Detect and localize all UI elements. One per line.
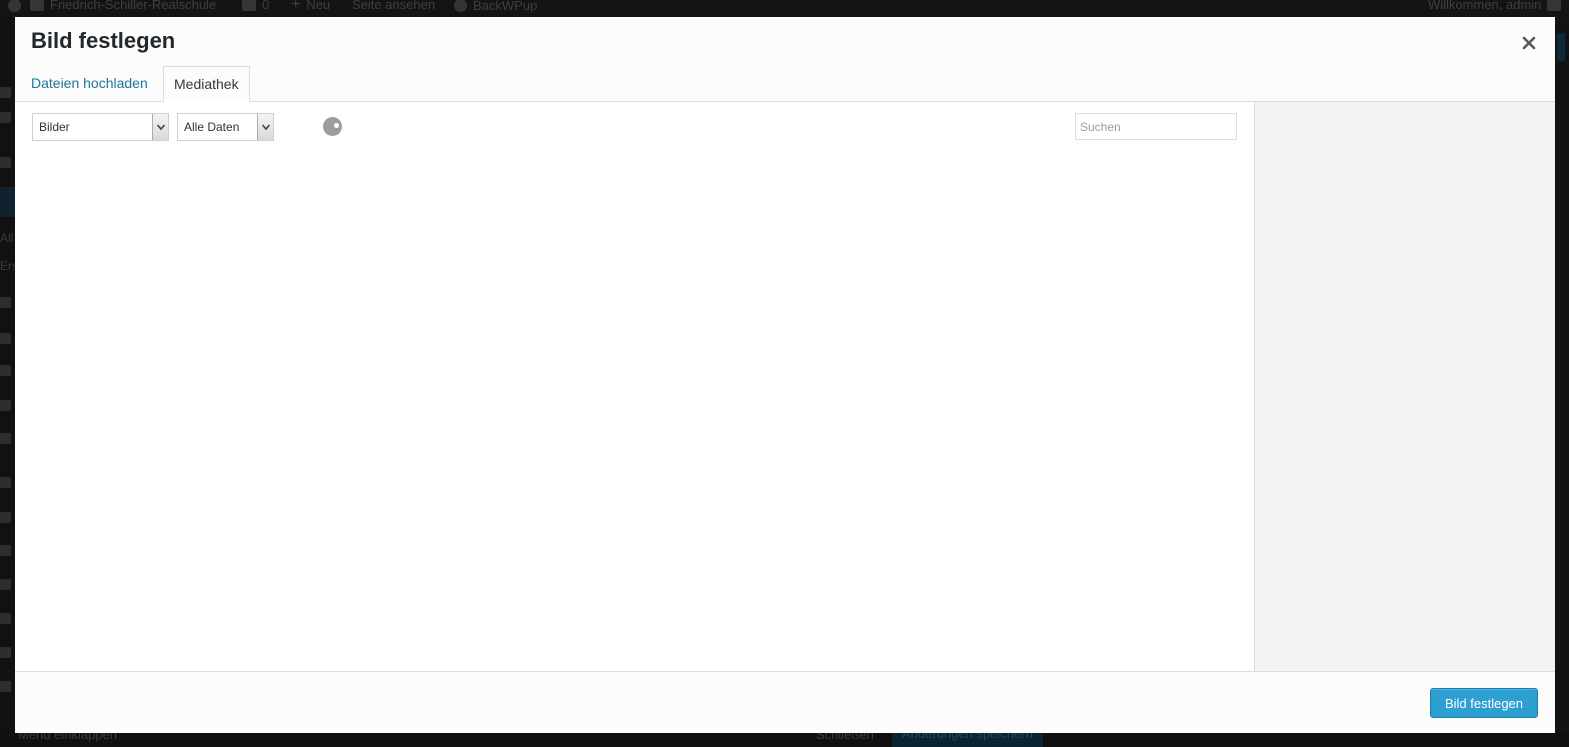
media-type-filter[interactable]: Bilder [32, 113, 169, 141]
admin-bar-backwpup[interactable]: BackWPup [454, 0, 537, 12]
plus-icon: + [291, 0, 301, 13]
admin-bar-view-page[interactable]: Seite ansehen [352, 0, 435, 11]
admin-bar: Friedrich-Schiller-Realschule 0 + Neu Se… [0, 0, 1569, 17]
check-icon[interactable] [0, 613, 11, 624]
media-modal: Bild festlegen Dateien hochladen Mediath… [15, 17, 1555, 733]
background-right-edge [1555, 17, 1569, 733]
admin-bar-comments[interactable]: 0 [242, 0, 269, 11]
loading-spinner-icon [323, 117, 342, 136]
posts-icon[interactable] [0, 112, 11, 123]
comment-icon [242, 0, 256, 11]
collapse-menu-label[interactable]: Menü einklappen [18, 733, 117, 742]
background-save-button[interactable]: Änderungen speichern [892, 733, 1043, 747]
background-footer: Menü einklappen Schließen Änderungen spe… [0, 733, 1569, 747]
comments-count: 0 [262, 0, 270, 12]
sidebar-partial-label-1[interactable]: All [0, 231, 13, 245]
admin-bar-site[interactable]: Friedrich-Schiller-Realschule [30, 0, 216, 11]
users-icon[interactable] [0, 545, 11, 556]
site-name: Friedrich-Schiller-Realschule [50, 0, 217, 12]
modal-title: Bild festlegen [31, 28, 176, 53]
backwpup-icon [454, 0, 467, 12]
home-icon [30, 0, 44, 11]
sidebar-active-item[interactable] [0, 187, 15, 217]
avatar [1547, 0, 1562, 11]
view-page-label: Seite ansehen [352, 0, 436, 12]
tab-upload-files[interactable]: Dateien hochladen [21, 66, 158, 102]
new-label: Neu [306, 0, 331, 12]
set-image-button[interactable]: Bild festlegen [1430, 688, 1538, 718]
close-icon[interactable] [1515, 29, 1543, 57]
admin-sidebar: All Ers [0, 17, 18, 747]
chevron-down-icon [257, 114, 273, 140]
wordpress-logo-icon [8, 0, 21, 12]
media-date-filter-value: Alle Daten [184, 120, 240, 134]
welcome-text: Willkommen, admin [1428, 0, 1542, 12]
modal-toolbar: Bild festlegen [15, 671, 1555, 733]
list-icon[interactable] [0, 433, 11, 444]
mail-icon[interactable] [0, 400, 11, 411]
collapse-icon[interactable] [0, 681, 11, 692]
settings-icon[interactable] [0, 512, 11, 523]
media-library-content: Bilder Alle Daten [15, 102, 1254, 671]
admin-bar-new[interactable]: + Neu [291, 0, 331, 13]
admin-bar-account[interactable]: Willkommen, admin [1428, 0, 1562, 12]
comments-icon[interactable] [0, 297, 11, 308]
tab-media-library[interactable]: Mediathek [163, 66, 250, 103]
wordpress-logo-item[interactable] [8, 0, 21, 12]
media-date-filter[interactable]: Alle Daten [177, 113, 274, 141]
wrench-icon[interactable] [0, 579, 11, 590]
attachment-details-sidebar [1254, 102, 1555, 671]
appearance-icon[interactable] [0, 333, 11, 344]
chevron-down-icon [152, 114, 168, 140]
tools-icon[interactable] [0, 477, 11, 488]
plugins-icon[interactable] [0, 365, 11, 376]
dashboard-icon[interactable] [0, 87, 11, 98]
media-icon[interactable] [0, 157, 11, 168]
media-type-filter-value: Bilder [39, 120, 70, 134]
background-screen-options-button [1557, 33, 1565, 61]
background-close-button[interactable]: Schließen [816, 733, 874, 742]
modal-tabs: Dateien hochladen Mediathek [15, 66, 1555, 103]
backwpup-label: BackWPup [473, 0, 538, 13]
media-search-input[interactable] [1075, 113, 1237, 140]
grid-icon[interactable] [0, 647, 11, 658]
